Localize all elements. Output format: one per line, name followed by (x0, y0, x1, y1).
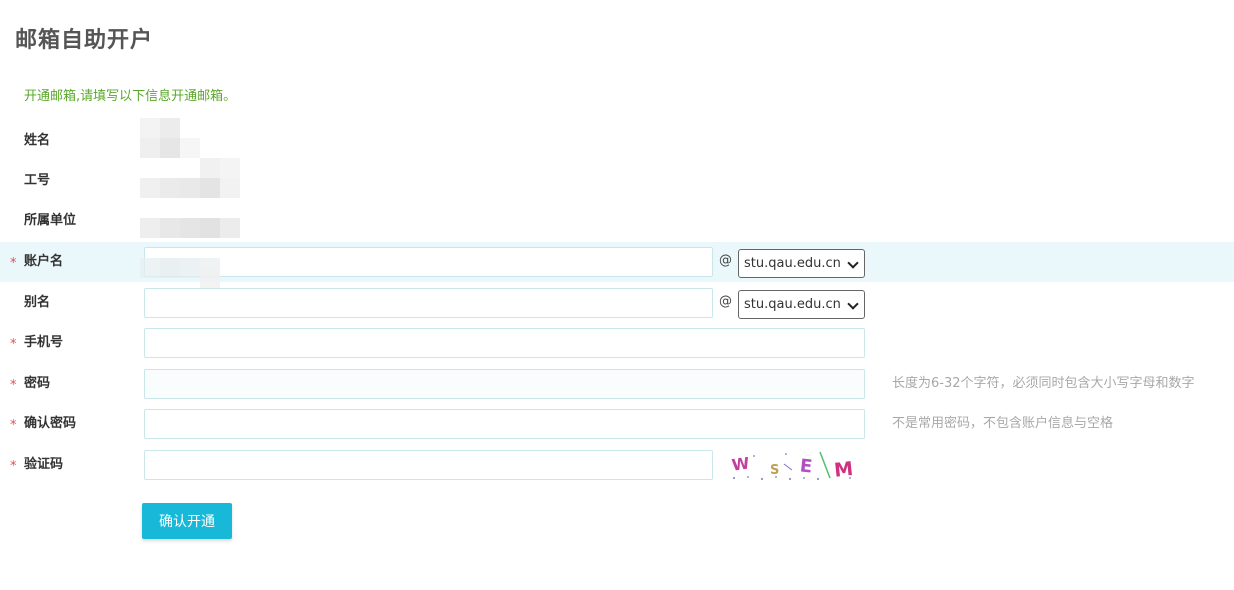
confirm-password-input[interactable] (144, 409, 865, 439)
alias-domain-value: stu.qau.edu.cn (744, 297, 841, 312)
password-input[interactable] (144, 369, 865, 399)
form-row-password: * 密码 长度为6-32个字符，必须同时包含大小写字母和数字 (0, 364, 1234, 404)
account-input[interactable] (144, 247, 713, 277)
confirm-password-label: 确认密码 (24, 416, 77, 431)
at-sign: @ (719, 253, 732, 268)
confirm-password-hint: 不是常用密码，不包含账户信息与空格 (892, 416, 1114, 431)
account-label: 账户名 (24, 254, 64, 269)
at-sign: @ (719, 294, 732, 309)
form-row-confirm-password: * 确认密码 不是常用密码，不包含账户信息与空格 (0, 404, 1234, 444)
svg-text:W: W (731, 453, 751, 474)
name-label: 姓名 (24, 133, 51, 148)
account-domain-select[interactable]: stu.qau.edu.cn (738, 249, 865, 278)
required-mark: * (10, 337, 17, 352)
captcha-label: 验证码 (24, 457, 64, 472)
svg-text:E: E (799, 455, 813, 477)
intro-text: 开通邮箱,请填写以下信息开通邮箱。 (24, 89, 237, 104)
svg-text:M: M (833, 458, 854, 482)
chevron-down-icon (847, 257, 859, 269)
captcha-graphic: W S E M (731, 451, 854, 482)
form-row-alias: 别名 @ stu.qau.edu.cn (0, 283, 1234, 323)
form-row-phone: * 手机号 (0, 323, 1234, 363)
required-mark: * (10, 459, 17, 474)
unit-label: 所属单位 (24, 213, 77, 228)
form-row-employee-id: 工号 (0, 161, 1234, 201)
svg-text:S: S (770, 463, 779, 478)
confirm-open-button[interactable]: 确认开通 (142, 503, 232, 539)
required-mark: * (10, 418, 17, 433)
required-mark: * (10, 256, 17, 271)
phone-input[interactable] (144, 328, 865, 358)
form-row-account: * 账户名 @ stu.qau.edu.cn (0, 242, 1234, 282)
employee-id-label: 工号 (24, 173, 51, 188)
account-domain-value: stu.qau.edu.cn (744, 256, 841, 271)
required-mark: * (10, 378, 17, 393)
form-row-captcha: * 验证码 W S E M (0, 445, 1234, 485)
password-label: 密码 (24, 376, 51, 391)
alias-input[interactable] (144, 288, 713, 318)
captcha-input[interactable] (144, 450, 713, 480)
chevron-down-icon (847, 298, 859, 310)
page-title: 邮箱自助开户 (15, 28, 154, 53)
phone-label: 手机号 (24, 335, 64, 350)
password-hint: 长度为6-32个字符，必须同时包含大小写字母和数字 (892, 376, 1195, 391)
alias-domain-select[interactable]: stu.qau.edu.cn (738, 290, 865, 319)
captcha-image[interactable]: W S E M (724, 448, 864, 482)
alias-label: 别名 (24, 295, 51, 310)
form-row-name: 姓名 (0, 121, 1234, 161)
form-row-unit: 所属单位 (0, 201, 1234, 241)
